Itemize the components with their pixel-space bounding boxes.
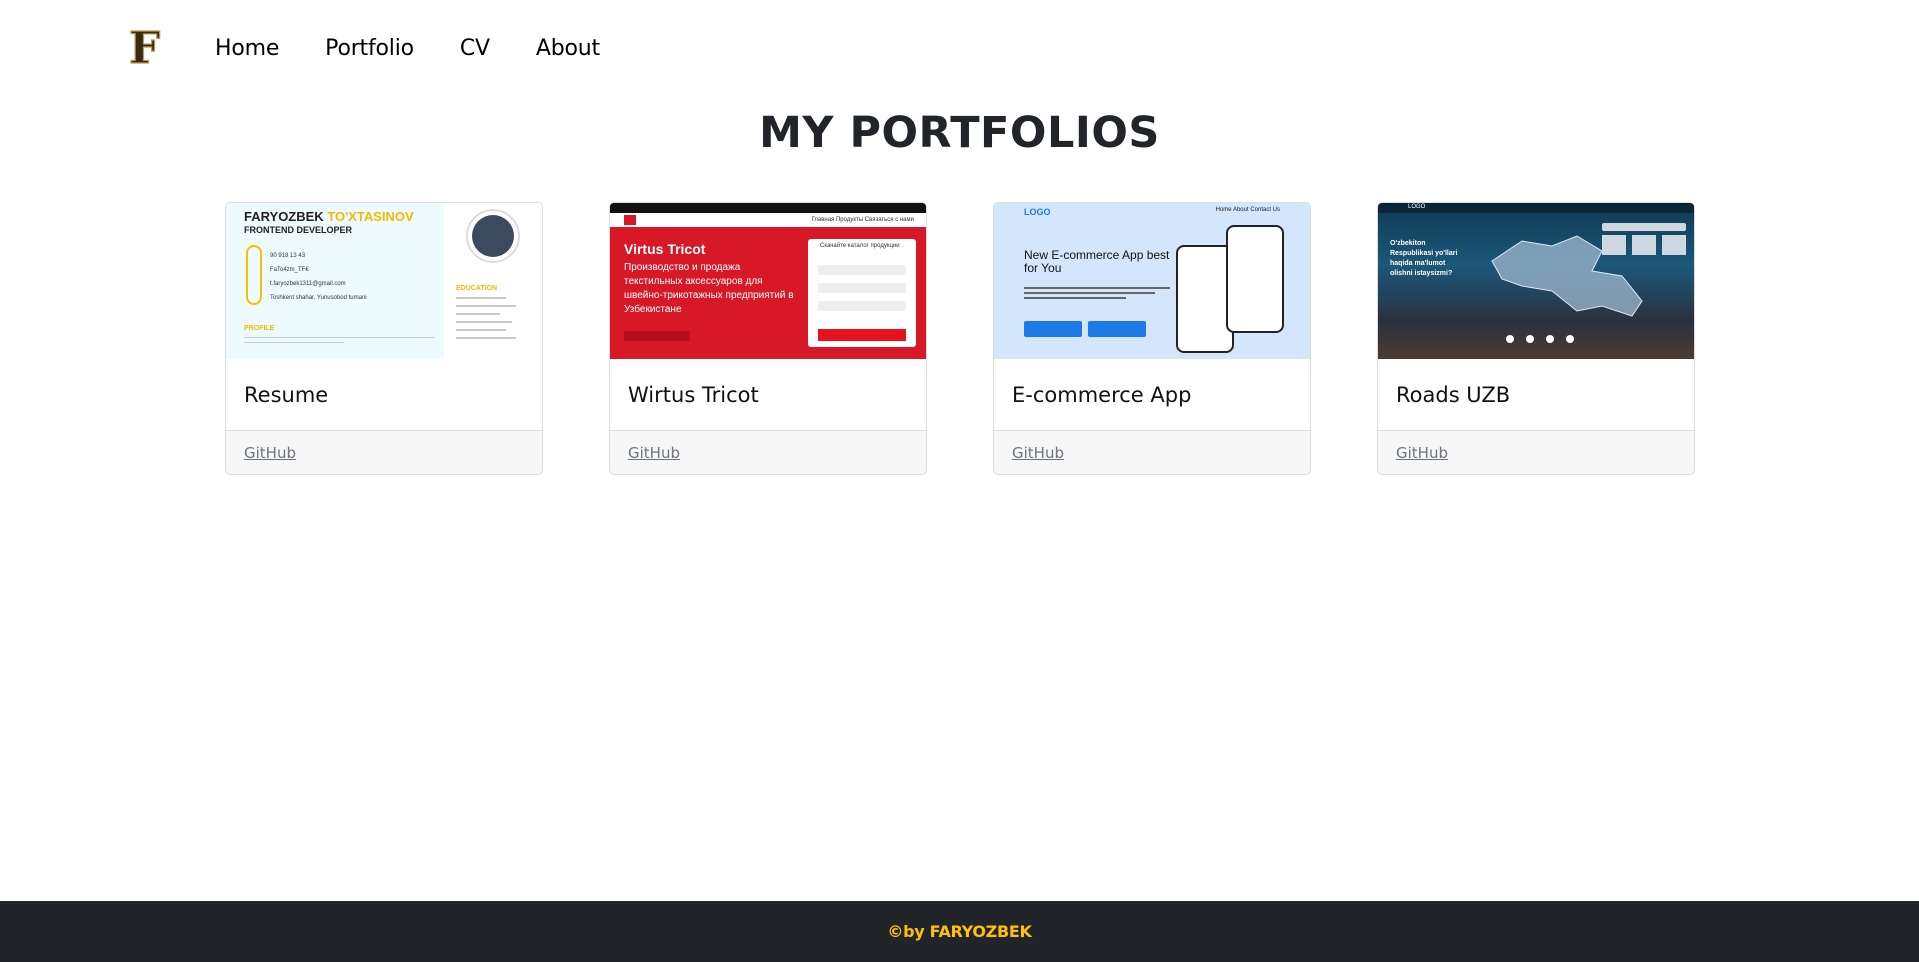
wirtus-thumbnail: Главная Продукты Связаться с нами Virtus… [610,203,926,359]
nav-links: Home Portfolio CV About [215,36,646,61]
github-link[interactable]: GitHub [628,444,680,462]
github-link[interactable]: GitHub [1396,444,1448,462]
nav-link-cv[interactable]: CV [460,36,490,61]
svg-text:F: F [129,23,160,73]
social-icons [1506,335,1586,343]
nav-link-portfolio[interactable]: Portfolio [325,36,414,61]
f-logo-icon: F [128,23,160,73]
card-title: Resume [244,382,329,407]
portfolio-cards: FARYOZBEK TO'XTASINOV FRONTEND DEVELOPER… [225,202,1695,475]
ecommerce-thumbnail: LOGO Home About Contact Us New E-commerc… [994,203,1310,359]
card-title: Roads UZB [1396,382,1511,407]
wirtus-brand-icon [624,215,636,225]
navbar: F Home Portfolio CV About [0,0,1919,96]
resume-avatar [466,209,520,263]
resume-thumbnail: FARYOZBEK TO'XTASINOV FRONTEND DEVELOPER… [226,203,542,359]
nav-link-about[interactable]: About [536,36,600,61]
portfolio-card-roads-uzb: LOGO O'zbekiton Respublikasi yo'llari ha… [1377,202,1695,475]
portfolio-card-ecommerce-app: LOGO Home About Contact Us New E-commerc… [993,202,1311,475]
site-logo[interactable]: F [121,23,171,73]
footer-copyright: ©by FARYOZBEK [887,922,1032,941]
page-title: MY PORTFOLIOS [759,108,1160,158]
github-link[interactable]: GitHub [1012,444,1064,462]
github-link[interactable]: GitHub [244,444,296,462]
card-title: E-commerce App [1012,382,1192,407]
portfolio-card-resume: FARYOZBEK TO'XTASINOV FRONTEND DEVELOPER… [225,202,543,475]
card-title: Wirtus Tricot [628,382,759,407]
footer: ©by FARYOZBEK [0,901,1919,962]
portfolio-card-wirtus-tricot: Главная Продукты Связаться с нами Virtus… [609,202,927,475]
nav-link-home[interactable]: Home [215,36,279,61]
roads-uzb-thumbnail: LOGO O'zbekiton Respublikasi yo'llari ha… [1378,203,1694,359]
